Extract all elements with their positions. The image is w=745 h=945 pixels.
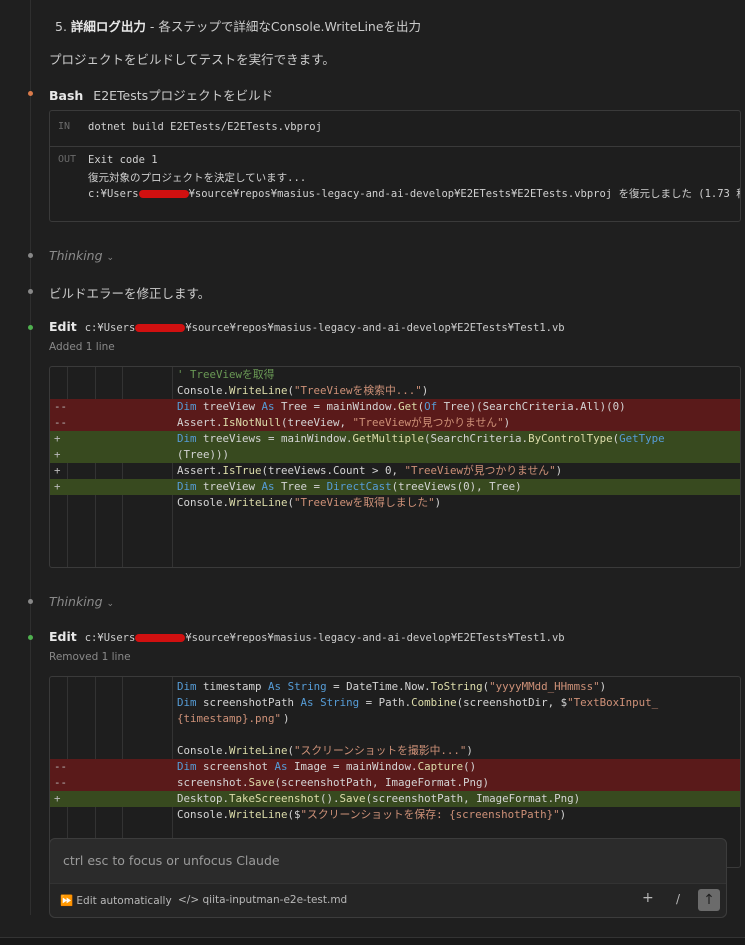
redaction-mark bbox=[135, 324, 186, 332]
step-dot-message bbox=[28, 289, 33, 294]
chat-input-box[interactable]: ctrl esc to focus or unfocus Claude ⏩ Ed… bbox=[49, 838, 727, 918]
diff-line: + Assert.IsTrue(treeViews.Count > 0, "Tre… bbox=[54, 464, 563, 477]
diff-line-added: + Dim treeViews = mainWindow.GetMultiple(… bbox=[50, 431, 740, 447]
output-path-line: c:¥Users ¥source¥repos¥masius-legacy-and-… bbox=[88, 188, 741, 200]
send-button[interactable]: ↑ bbox=[698, 889, 720, 911]
edit-summary: Removed 1 line bbox=[49, 651, 131, 663]
diff-line: Dim screenshotPath As String = Path.Comb… bbox=[177, 696, 659, 709]
bash-io-box: IN dotnet build E2ETests/E2ETests.vbproj… bbox=[49, 110, 741, 222]
timeline-rail bbox=[30, 0, 31, 915]
chevron-down-icon: ⌄ bbox=[106, 253, 115, 263]
fast-forward-icon: ⏩ bbox=[60, 895, 74, 907]
diff-line-deleted: -- screenshot.Save(screenshotPath, ImageF… bbox=[50, 775, 740, 791]
step-dot-thinking bbox=[28, 253, 33, 258]
attached-file-chip[interactable]: </> qiita-inputman-e2e-test.md bbox=[178, 894, 347, 906]
bottom-strip bbox=[0, 937, 745, 945]
chevron-down-icon: ⌄ bbox=[106, 599, 115, 609]
redaction-mark bbox=[135, 634, 186, 642]
edit-file-path: c:¥Users ¥source¥repos¥masius-legacy-and-… bbox=[84, 322, 565, 334]
diff-line: {timestamp}.png") bbox=[177, 712, 290, 725]
slash-command-button[interactable]: / bbox=[676, 892, 680, 906]
thinking-toggle[interactable]: Thinking ⌄ bbox=[49, 248, 737, 263]
diff-line: Dim timestamp As String = DateTime.Now.T… bbox=[177, 680, 607, 693]
step-dot-thinking bbox=[28, 599, 33, 604]
edit-header[interactable]: Edit c:¥Users ¥source¥repos¥masius-legacy… bbox=[49, 629, 737, 644]
list-item-5: 5. 詳細ログ出力 - 各ステップで詳細なConsole.WriteLineを出… bbox=[55, 19, 422, 34]
diff-line-added: + Desktop.TakeScreenshot().Save(screensho… bbox=[50, 791, 740, 807]
diff-line: Console.WriteLine("TreeViewを取得しました") bbox=[177, 496, 442, 509]
assistant-message: ビルドエラーを修正します。 bbox=[49, 286, 211, 301]
edit-header[interactable]: Edit c:¥Users ¥source¥repos¥masius-legacy… bbox=[49, 319, 737, 334]
diff-line: Console.WriteLine($"スクリーンショットを保存: {scree… bbox=[177, 808, 567, 821]
edit-summary: Added 1 line bbox=[49, 341, 115, 353]
thinking-toggle[interactable]: Thinking ⌄ bbox=[49, 594, 737, 609]
input-toolbar: ⏩ Edit automatically </> qiita-inputman-… bbox=[50, 883, 726, 917]
diff-line: Console.WriteLine("TreeViewを検索中...") bbox=[177, 384, 429, 397]
step-dot-bash bbox=[28, 91, 33, 96]
diff-line-deleted: -- Assert.IsNotNull(treeView, "TreeViewが見… bbox=[50, 415, 740, 431]
diff-line-added: + (Tree))) bbox=[50, 447, 740, 463]
diff-line: ' TreeViewを取得 bbox=[177, 368, 275, 381]
diff-line: Console.WriteLine("スクリーンショットを撮影中...") bbox=[177, 744, 473, 757]
redaction-mark bbox=[138, 190, 189, 198]
chat-input-placeholder[interactable]: ctrl esc to focus or unfocus Claude bbox=[63, 853, 280, 868]
summary-text: プロジェクトをビルドしてテストを実行できます。 bbox=[49, 52, 335, 67]
add-button[interactable]: + bbox=[642, 890, 654, 906]
diff-line-deleted: -- Dim treeView As Tree = mainWindow.Get(… bbox=[50, 399, 740, 415]
step-dot-edit bbox=[28, 635, 33, 640]
bash-header[interactable]: Bash E2ETestsプロジェクトをビルド bbox=[49, 85, 737, 104]
diff-line bbox=[50, 727, 740, 743]
code-icon: </> bbox=[178, 894, 200, 906]
diff-line-added: + Dim treeView As Tree = DirectCast(treeV… bbox=[50, 479, 740, 495]
bash-command: dotnet build E2ETests/E2ETests.vbproj bbox=[88, 121, 322, 133]
diff-line-deleted: -- Dim screenshot As Image = mainWindow.C… bbox=[50, 759, 740, 775]
diff-view: ' TreeViewを取得 Console.WriteLine("TreeVie… bbox=[49, 366, 741, 568]
step-dot-edit bbox=[28, 325, 33, 330]
edit-file-path: c:¥Users ¥source¥repos¥masius-legacy-and-… bbox=[84, 632, 565, 644]
edit-mode-toggle[interactable]: ⏩ Edit automatically bbox=[60, 894, 172, 907]
